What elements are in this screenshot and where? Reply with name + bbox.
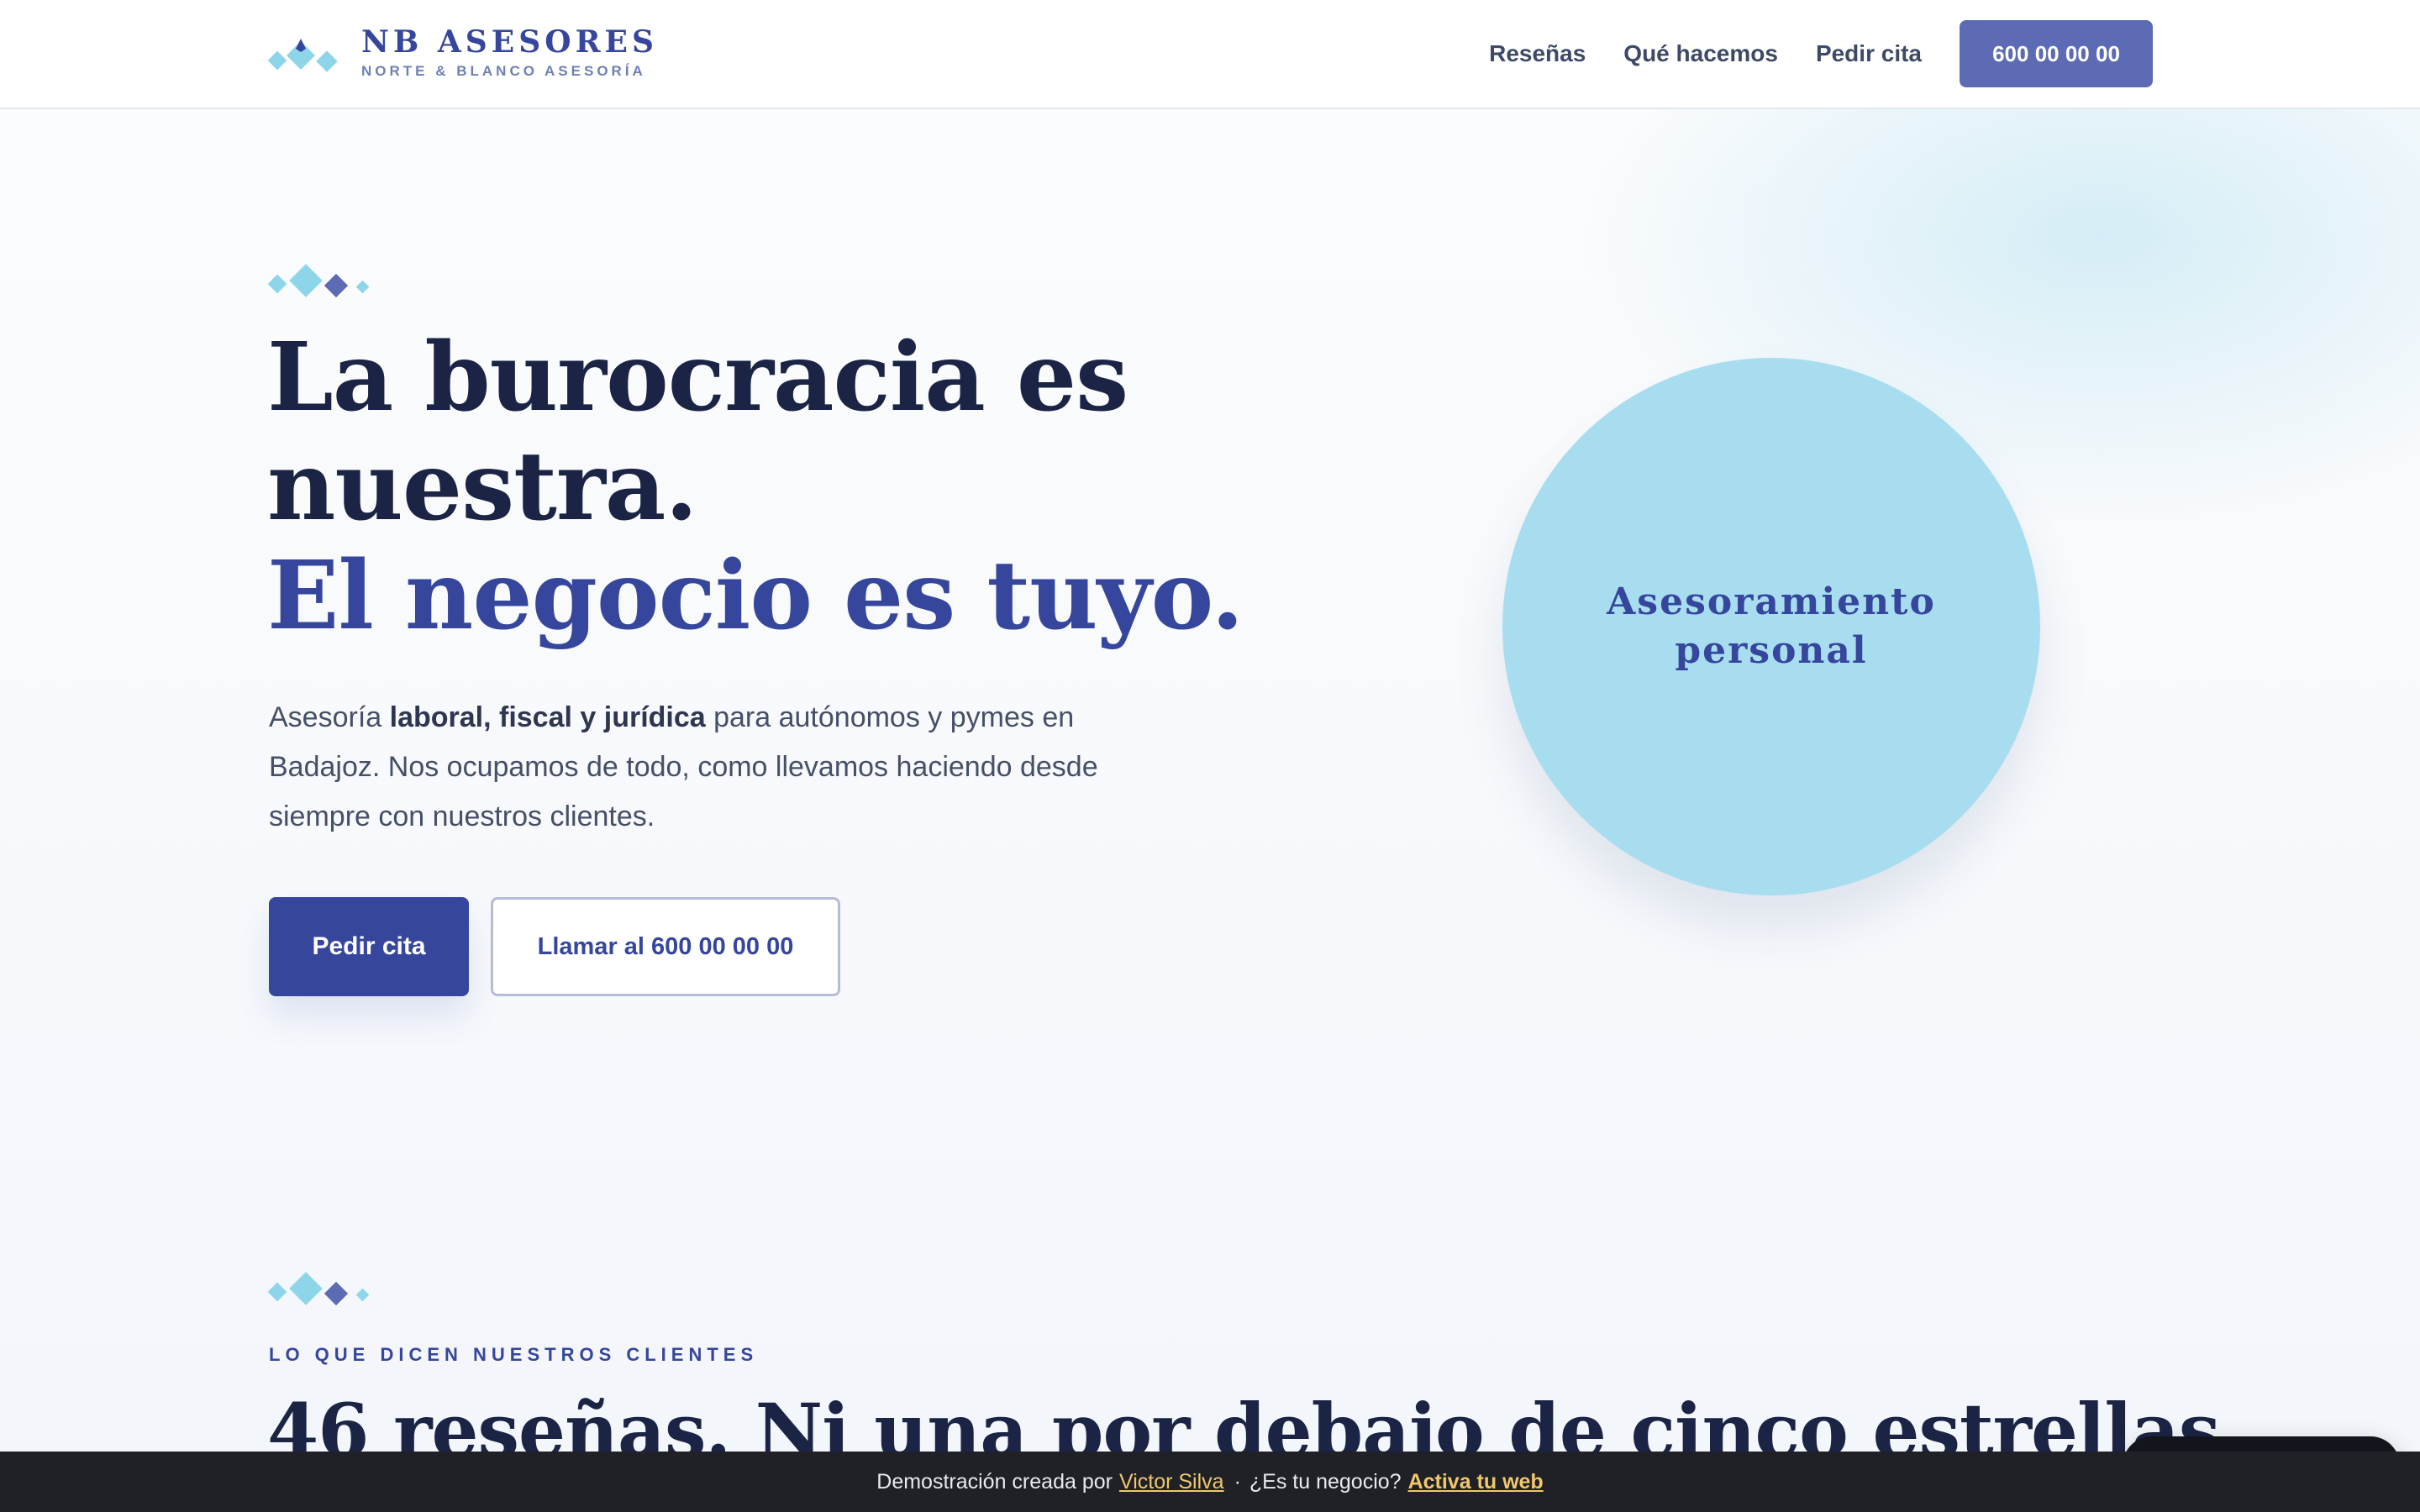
asesoramiento-circle: Asesoramiento personal — [1502, 358, 2040, 895]
brand-tagline: NORTE & BLANCO ASESORÍA — [361, 63, 646, 79]
hero-desc-prefix: Asesoría — [269, 701, 390, 733]
demo-prefix: Demostración creada por — [876, 1469, 1113, 1494]
section-diamonds-icon — [267, 1272, 376, 1309]
site-header: NB ASESORES NORTE & BLANCO ASESORÍA Rese… — [0, 0, 2420, 109]
hero-title-line-1: La burocracia es — [267, 323, 1128, 433]
nav-link-resenas[interactable]: Reseñas — [1489, 40, 1586, 67]
main-nav: Reseñas Qué hacemos Pedir cita 600 00 00… — [1489, 20, 2153, 87]
hero-desc-bold: laboral, fiscal y jurídica — [389, 701, 706, 733]
brand-name: NB ASESORES — [361, 24, 658, 60]
hero-title-line-2: nuestra. — [267, 432, 697, 542]
demo-author-link[interactable]: Victor Silva — [1119, 1470, 1224, 1494]
hero-title-accent: El negocio es tuyo. — [267, 541, 1244, 651]
demo-separator: · — [1234, 1469, 1241, 1494]
nav-link-que-hacemos[interactable]: Qué hacemos — [1623, 40, 1778, 67]
circle-label: Asesoramiento personal — [1607, 580, 1936, 672]
demo-question: ¿Es tu negocio? — [1249, 1469, 1402, 1494]
reviews-kicker: LO QUE DICEN NUESTROS CLIENTES — [269, 1344, 759, 1365]
nav-phone-button[interactable]: 600 00 00 00 — [1960, 20, 2153, 87]
pedir-cita-button[interactable]: Pedir cita — [269, 897, 469, 996]
hero-diamonds-icon — [267, 264, 376, 301]
demo-footer-bar: Demostración creada por Victor Silva · ¿… — [0, 1452, 2420, 1512]
hero-title: La burocracia es nuestra. El negocio es … — [267, 323, 1276, 651]
llamar-button[interactable]: Llamar al 600 00 00 00 — [491, 897, 840, 996]
hero-description: Asesoría laboral, fiscal y jurídica para… — [269, 693, 1160, 842]
brand-logo-link[interactable]: NB ASESORES NORTE & BLANCO ASESORÍA — [267, 18, 658, 86]
logo-diamonds-icon — [267, 27, 345, 77]
activate-web-link[interactable]: Activa tu web — [1408, 1470, 1544, 1494]
nav-link-pedir-cita[interactable]: Pedir cita — [1816, 40, 1922, 67]
